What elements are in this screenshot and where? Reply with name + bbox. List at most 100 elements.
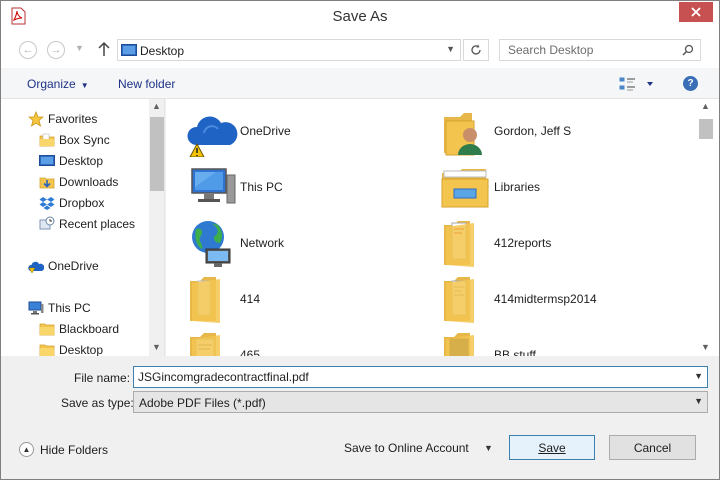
change-view-icon[interactable]	[619, 76, 655, 92]
nav-item-recent-places[interactable]: Recent places	[39, 214, 164, 234]
refresh-button[interactable]	[463, 39, 489, 61]
scroll-down-icon[interactable]: ▼	[701, 342, 710, 352]
folder-icon	[444, 277, 474, 323]
scroll-up-icon[interactable]: ▲	[701, 101, 710, 111]
file-list: OneDrive Gordon, Jeff S This PC Librarie…	[166, 99, 719, 356]
address-history-caret-icon[interactable]: ▼	[446, 44, 455, 54]
nav-pane-scrollbar[interactable]: ▲ ▼	[149, 99, 164, 356]
nav-item-blackboard[interactable]: Blackboard	[39, 319, 164, 339]
list-item-label: OneDrive	[240, 124, 291, 138]
help-button[interactable]: ?	[683, 76, 698, 91]
list-item-bb-stuff[interactable]: BB stuff	[440, 327, 680, 356]
file-name-input[interactable]	[134, 367, 689, 387]
list-item-label: Gordon, Jeff S	[494, 124, 572, 138]
refresh-icon	[471, 44, 481, 55]
save-button[interactable]: Save	[509, 435, 595, 460]
folder-icon	[39, 133, 55, 147]
user-folder-icon	[444, 113, 482, 156]
cancel-button[interactable]: Cancel	[609, 435, 696, 460]
nav-item-desktop[interactable]: Desktop	[39, 151, 164, 171]
chevron-up-icon: ▲	[19, 442, 34, 457]
libraries-icon	[441, 169, 489, 208]
back-button[interactable]: ←	[19, 41, 37, 59]
chevron-down-icon[interactable]: ▼	[694, 396, 703, 406]
network-globe-icon	[192, 221, 231, 267]
folder-icon	[444, 221, 474, 267]
list-item-onedrive[interactable]: OneDrive	[186, 103, 426, 159]
file-list-scrollbar-thumb[interactable]	[699, 119, 713, 139]
forward-arrow-icon: →	[50, 44, 62, 56]
desktop-icon	[121, 44, 137, 56]
organize-menu[interactable]: Organize ▼	[27, 77, 89, 91]
folder-icon	[190, 277, 220, 323]
list-item-label: 414midtermsp2014	[494, 292, 597, 306]
list-item-465[interactable]: 465	[186, 327, 426, 356]
list-item-label: BB stuff	[494, 348, 536, 356]
organize-label: Organize	[27, 77, 76, 91]
forward-button[interactable]: →	[47, 41, 65, 59]
search-box[interactable]	[499, 39, 701, 61]
search-input[interactable]	[500, 40, 680, 60]
save-as-type-label: Save as type:	[61, 396, 134, 410]
nav-item-desktop-2[interactable]: Desktop	[39, 340, 164, 356]
save-as-type-select[interactable]: Adobe PDF Files (*.pdf) ▼	[133, 391, 708, 413]
onedrive-icon	[28, 261, 44, 274]
save-as-dialog: Save As ← → ▼ Desktop ▼ Search Desktop O…	[0, 0, 720, 480]
address-row: ← → ▼ Desktop ▼	[1, 32, 719, 68]
recent-locations-caret-icon[interactable]: ▼	[75, 43, 84, 53]
nav-item-this-pc[interactable]: This PC	[28, 298, 164, 318]
command-bar: Organize ▼ New folder ?	[1, 68, 719, 99]
save-as-type-value: Adobe PDF Files (*.pdf)	[139, 396, 266, 410]
list-item-414midtermsp2014[interactable]: 414midtermsp2014	[440, 271, 680, 327]
save-to-online-account-button[interactable]: Save to Online Account	[344, 441, 469, 455]
folder-icon	[444, 333, 474, 356]
file-list-scrollbar[interactable]: ▲ ▼	[695, 99, 719, 356]
folder-icon	[190, 333, 220, 356]
chevron-down-icon[interactable]: ▼	[484, 443, 493, 453]
close-button[interactable]	[679, 2, 713, 22]
nav-item-onedrive[interactable]: OneDrive	[28, 256, 164, 276]
navigation-pane: Favorites Box Sync Desktop Downloads Dro…	[1, 99, 165, 356]
nav-item-favorites[interactable]: Favorites	[28, 109, 164, 129]
scroll-up-icon[interactable]: ▲	[152, 101, 161, 111]
list-item-network[interactable]: Network	[186, 215, 426, 271]
new-folder-button[interactable]: New folder	[118, 77, 175, 91]
hide-folders-button[interactable]: ▲ Hide Folders	[19, 442, 108, 457]
recent-places-icon	[39, 216, 55, 230]
list-item-libraries[interactable]: Libraries	[440, 159, 680, 215]
address-bar[interactable]: Desktop ▼	[117, 39, 461, 61]
file-name-combobox[interactable]: ▼	[133, 366, 708, 388]
nav-item-dropbox[interactable]: Dropbox	[39, 193, 164, 213]
onedrive-warning-icon	[187, 116, 238, 157]
list-item-label: 412reports	[494, 236, 552, 250]
folder-icon	[39, 323, 55, 336]
nav-item-box-sync[interactable]: Box Sync	[39, 130, 164, 150]
file-name-label: File name:	[74, 371, 131, 385]
desktop-icon	[39, 155, 55, 166]
chevron-down-icon[interactable]: ▼	[694, 371, 703, 381]
chevron-down-icon: ▼	[80, 81, 89, 90]
dialog-title: Save As	[332, 8, 388, 25]
back-arrow-icon: ←	[22, 44, 34, 56]
folder-icon	[39, 344, 55, 356]
list-item-412reports[interactable]: 412reports	[440, 215, 680, 271]
list-item-this-pc[interactable]: This PC	[186, 159, 426, 215]
list-item-gordon-jeff-s[interactable]: Gordon, Jeff S	[440, 103, 680, 159]
list-item-label: 414	[240, 292, 261, 306]
title-bar: Save As	[1, 1, 719, 32]
scroll-down-icon[interactable]: ▼	[152, 342, 161, 352]
search-icon[interactable]	[682, 44, 694, 56]
nav-scrollbar-thumb[interactable]	[150, 117, 164, 191]
computer-icon	[191, 168, 236, 204]
star-icon	[28, 111, 44, 127]
list-item-414[interactable]: 414	[186, 271, 426, 327]
address-location: Desktop	[140, 44, 185, 58]
up-arrow-icon[interactable]	[97, 40, 111, 58]
close-icon	[691, 7, 701, 17]
dropbox-icon	[39, 197, 55, 210]
list-item-label: Libraries	[494, 180, 541, 194]
list-item-label: This PC	[240, 180, 283, 194]
computer-icon	[28, 301, 44, 315]
list-item-label: 465	[240, 348, 261, 356]
nav-item-downloads[interactable]: Downloads	[39, 172, 164, 192]
